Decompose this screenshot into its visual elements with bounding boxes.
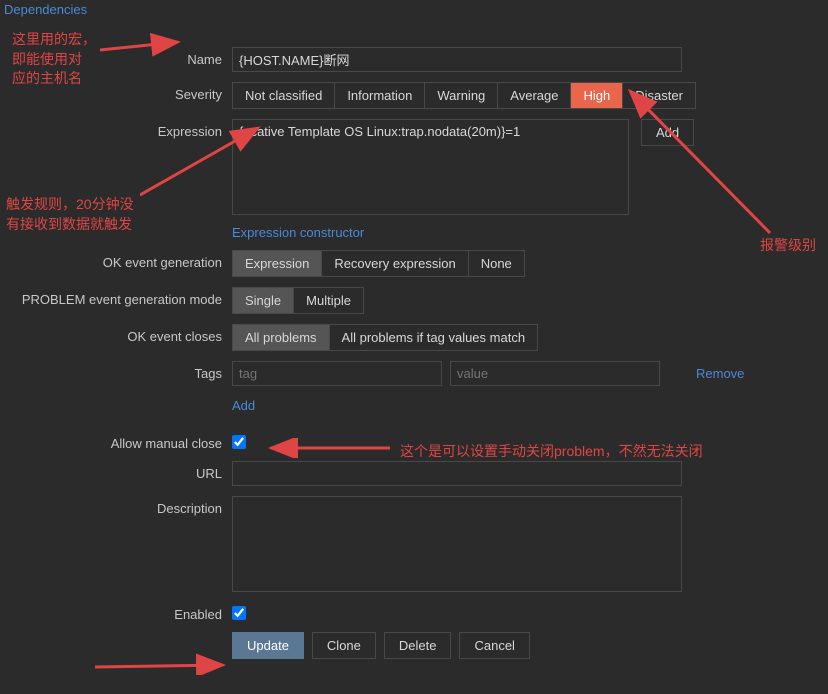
- name-label: Name: [0, 47, 232, 67]
- delete-button[interactable]: Delete: [384, 632, 452, 659]
- dependencies-link[interactable]: Dependencies: [0, 0, 91, 19]
- url-label: URL: [0, 461, 232, 481]
- severity-label: Severity: [0, 82, 232, 102]
- ok-closes-label: OK event closes: [0, 324, 232, 344]
- severity-average[interactable]: Average: [498, 83, 571, 108]
- severity-group: Not classified Information Warning Avera…: [232, 82, 696, 109]
- allow-manual-close-label: Allow manual close: [0, 431, 232, 451]
- name-input[interactable]: [232, 47, 682, 72]
- enabled-label: Enabled: [0, 602, 232, 622]
- ok-event-expression[interactable]: Expression: [233, 251, 322, 276]
- severity-warning[interactable]: Warning: [425, 83, 498, 108]
- problem-gen-single[interactable]: Single: [233, 288, 294, 313]
- remove-tag-link[interactable]: Remove: [696, 366, 744, 381]
- tag-value-input[interactable]: [450, 361, 660, 386]
- ok-event-recovery[interactable]: Recovery expression: [322, 251, 468, 276]
- ok-closes-all[interactable]: All problems: [233, 325, 330, 350]
- add-tag-link[interactable]: Add: [232, 398, 255, 413]
- add-expression-button[interactable]: Add: [641, 119, 694, 146]
- expression-constructor-link[interactable]: Expression constructor: [232, 225, 364, 240]
- ok-event-gen-label: OK event generation: [0, 250, 232, 270]
- severity-not-classified[interactable]: Not classified: [233, 83, 335, 108]
- problem-gen-label: PROBLEM event generation mode: [0, 287, 232, 307]
- ok-event-none[interactable]: None: [469, 251, 524, 276]
- severity-high[interactable]: High: [571, 83, 623, 108]
- clone-button[interactable]: Clone: [312, 632, 376, 659]
- allow-manual-close-checkbox[interactable]: [232, 435, 246, 449]
- expression-textarea[interactable]: {acative Template OS Linux:trap.nodata(2…: [232, 119, 629, 215]
- problem-gen-group: Single Multiple: [232, 287, 364, 314]
- ok-event-gen-group: Expression Recovery expression None: [232, 250, 525, 277]
- ok-closes-group: All problems All problems if tag values …: [232, 324, 538, 351]
- update-button[interactable]: Update: [232, 632, 304, 659]
- problem-gen-multiple[interactable]: Multiple: [294, 288, 363, 313]
- description-textarea[interactable]: [232, 496, 682, 592]
- tags-label: Tags: [0, 361, 232, 381]
- cancel-button[interactable]: Cancel: [459, 632, 529, 659]
- tag-name-input[interactable]: [232, 361, 442, 386]
- description-label: Description: [0, 496, 232, 516]
- expression-label: Expression: [0, 119, 232, 139]
- enabled-checkbox[interactable]: [232, 606, 246, 620]
- ok-closes-tag-match[interactable]: All problems if tag values match: [330, 325, 538, 350]
- url-input[interactable]: [232, 461, 682, 486]
- severity-disaster[interactable]: Disaster: [623, 83, 695, 108]
- severity-information[interactable]: Information: [335, 83, 425, 108]
